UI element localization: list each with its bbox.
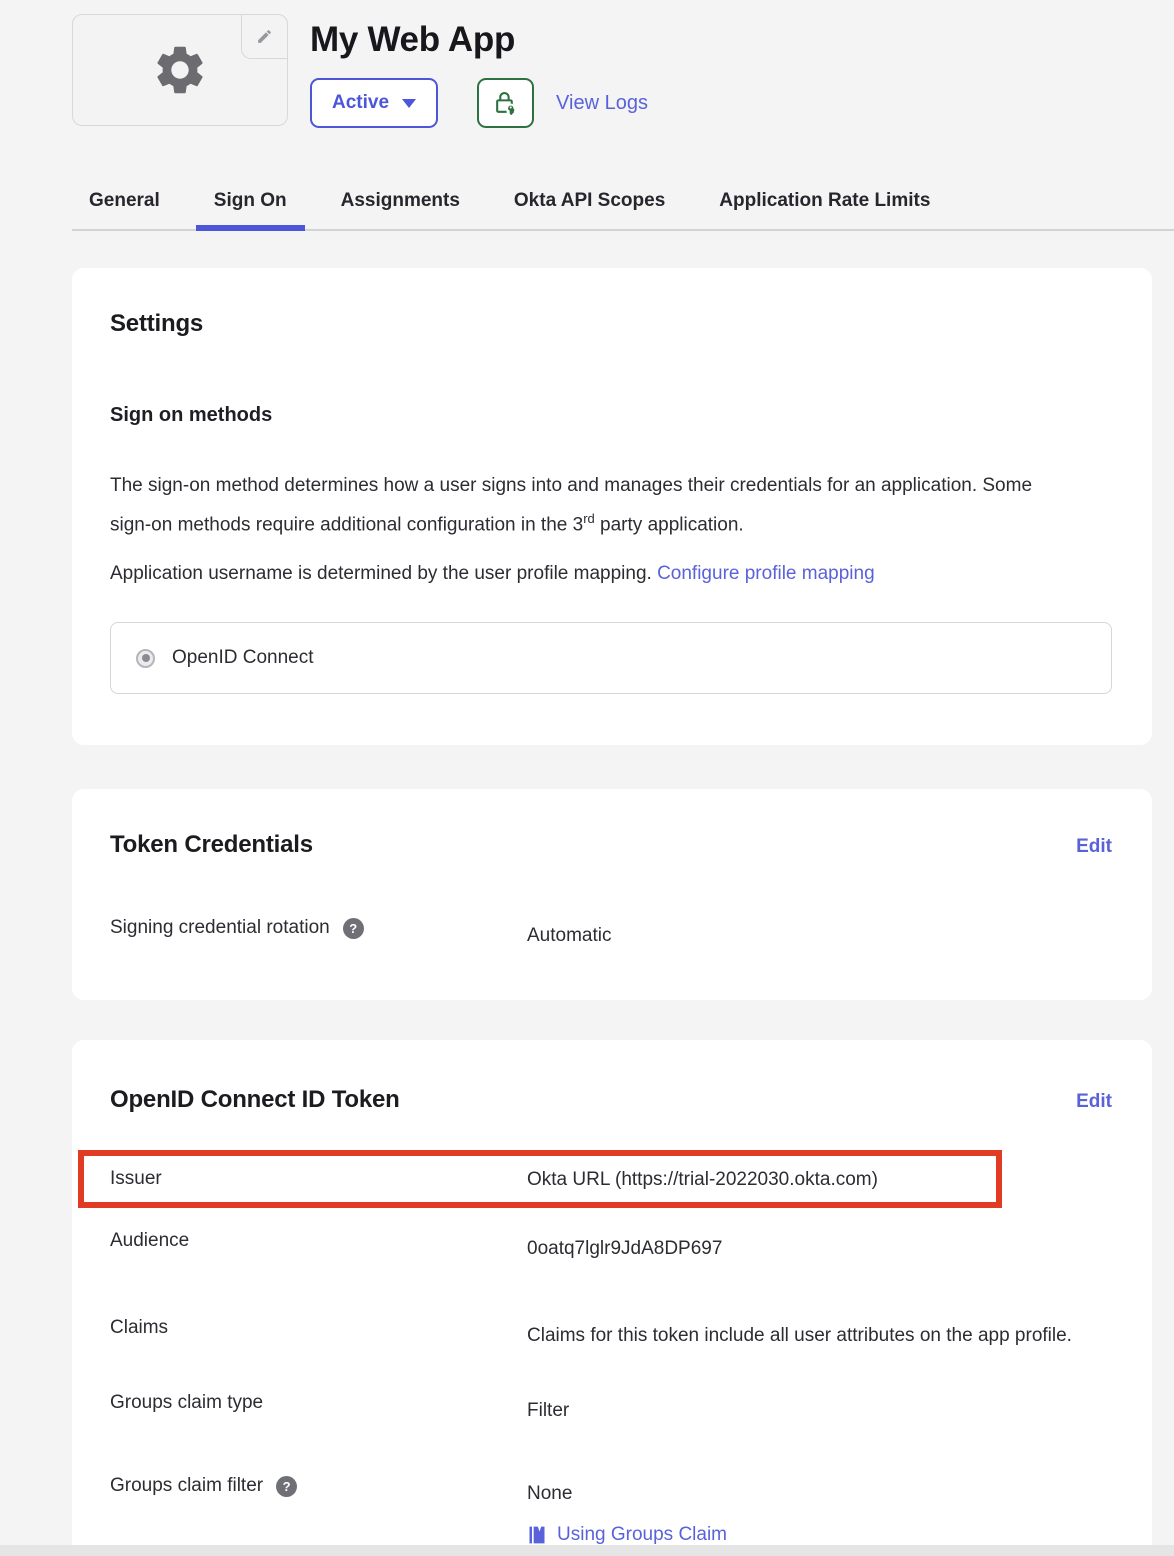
- settings-title: Settings: [110, 310, 1112, 338]
- id-token-card: OpenID Connect ID Token Edit Issuer Okta…: [72, 1040, 1152, 1556]
- app-logo-tile: [72, 14, 288, 126]
- lock-key-icon: [493, 91, 518, 116]
- page-title: My Web App: [310, 20, 648, 60]
- signing-credential-rotation-value: Automatic: [527, 917, 1112, 954]
- issuer-highlight-annotation: Issuer Okta URL (https://trial-2022030.o…: [78, 1150, 1002, 1208]
- configure-profile-mapping-link[interactable]: Configure profile mapping: [657, 563, 875, 584]
- issuer-label: Issuer: [110, 1168, 162, 1190]
- chevron-down-icon: [402, 99, 416, 108]
- help-icon[interactable]: ?: [343, 918, 364, 939]
- audience-value: 0oatq7lglr9JdA8DP697: [527, 1230, 1112, 1267]
- groups-claim-filter-value: None: [527, 1475, 1112, 1512]
- token-credentials-edit-link[interactable]: Edit: [1076, 836, 1112, 858]
- token-credentials-title: Token Credentials: [110, 831, 313, 859]
- app-header: My Web App Active View Logs: [72, 14, 1174, 128]
- book-icon: [527, 1525, 547, 1545]
- groups-claim-type-row: Groups claim type Filter: [110, 1392, 1112, 1429]
- edit-logo-button[interactable]: [241, 15, 287, 59]
- tab-sign-on[interactable]: Sign On: [214, 190, 287, 229]
- username-mapping-text: Application username is determined by th…: [110, 557, 1112, 590]
- username-mapping-static: Application username is determined by th…: [110, 563, 657, 584]
- status-label: Active: [332, 92, 389, 114]
- tab-general[interactable]: General: [89, 190, 160, 229]
- header-main: My Web App Active View Logs: [310, 14, 648, 128]
- sign-on-method-label: OpenID Connect: [172, 647, 314, 669]
- sign-on-description-part1: The sign-on method determines how a user…: [110, 475, 1032, 535]
- settings-card: Settings Sign on methods The sign-on met…: [72, 268, 1152, 745]
- signing-credential-rotation-row: Signing credential rotation ? Automatic: [110, 917, 1112, 954]
- sign-on-description-part2: party application.: [595, 514, 744, 535]
- header-actions: Active View Logs: [310, 78, 648, 128]
- radio-selected-icon[interactable]: [136, 649, 155, 668]
- groups-claim-type-value: Filter: [527, 1392, 1112, 1429]
- using-groups-claim-row: Using Groups Claim: [527, 1524, 1112, 1546]
- view-logs-link[interactable]: View Logs: [556, 92, 648, 115]
- sign-on-method-option: OpenID Connect: [110, 622, 1112, 694]
- tab-application-rate-limits[interactable]: Application Rate Limits: [719, 190, 930, 229]
- help-icon[interactable]: ?: [276, 1476, 297, 1497]
- issuer-value: Okta URL (https://trial-2022030.okta.com…: [527, 1161, 996, 1198]
- token-credentials-card: Token Credentials Edit Signing credentia…: [72, 789, 1152, 1000]
- claims-value: Claims for this token include all user a…: [527, 1317, 1112, 1354]
- using-groups-claim-link[interactable]: Using Groups Claim: [557, 1524, 727, 1546]
- audience-row: Audience 0oatq7lglr9JdA8DP697: [110, 1230, 1112, 1267]
- pencil-icon: [256, 28, 273, 45]
- tab-bar: General Sign On Assignments Okta API Sco…: [72, 190, 1174, 231]
- tab-okta-api-scopes[interactable]: Okta API Scopes: [514, 190, 665, 229]
- gear-icon: [151, 41, 209, 99]
- claims-label: Claims: [110, 1317, 168, 1339]
- id-token-edit-link[interactable]: Edit: [1076, 1091, 1112, 1113]
- status-dropdown-button[interactable]: Active: [310, 78, 438, 128]
- audience-label: Audience: [110, 1230, 189, 1252]
- tab-assignments[interactable]: Assignments: [341, 190, 460, 229]
- app-page: My Web App Active View Logs General Sign…: [0, 0, 1174, 1556]
- groups-claim-filter-label: Groups claim filter: [110, 1475, 263, 1497]
- sign-on-description-superscript: rd: [583, 511, 595, 526]
- sign-on-methods-heading: Sign on methods: [110, 404, 1112, 427]
- issuer-row: Issuer Okta URL (https://trial-2022030.o…: [110, 1161, 996, 1198]
- sign-on-description: The sign-on method determines how a user…: [110, 469, 1075, 541]
- groups-claim-filter-row: Groups claim filter ? None Using Groups …: [110, 1475, 1112, 1546]
- lock-button[interactable]: [477, 78, 534, 128]
- claims-row: Claims Claims for this token include all…: [110, 1317, 1112, 1354]
- id-token-title: OpenID Connect ID Token: [110, 1086, 400, 1114]
- groups-claim-type-label: Groups claim type: [110, 1392, 263, 1414]
- viewport-bottom-strip: [0, 1545, 1174, 1556]
- signing-credential-rotation-label: Signing credential rotation: [110, 917, 330, 939]
